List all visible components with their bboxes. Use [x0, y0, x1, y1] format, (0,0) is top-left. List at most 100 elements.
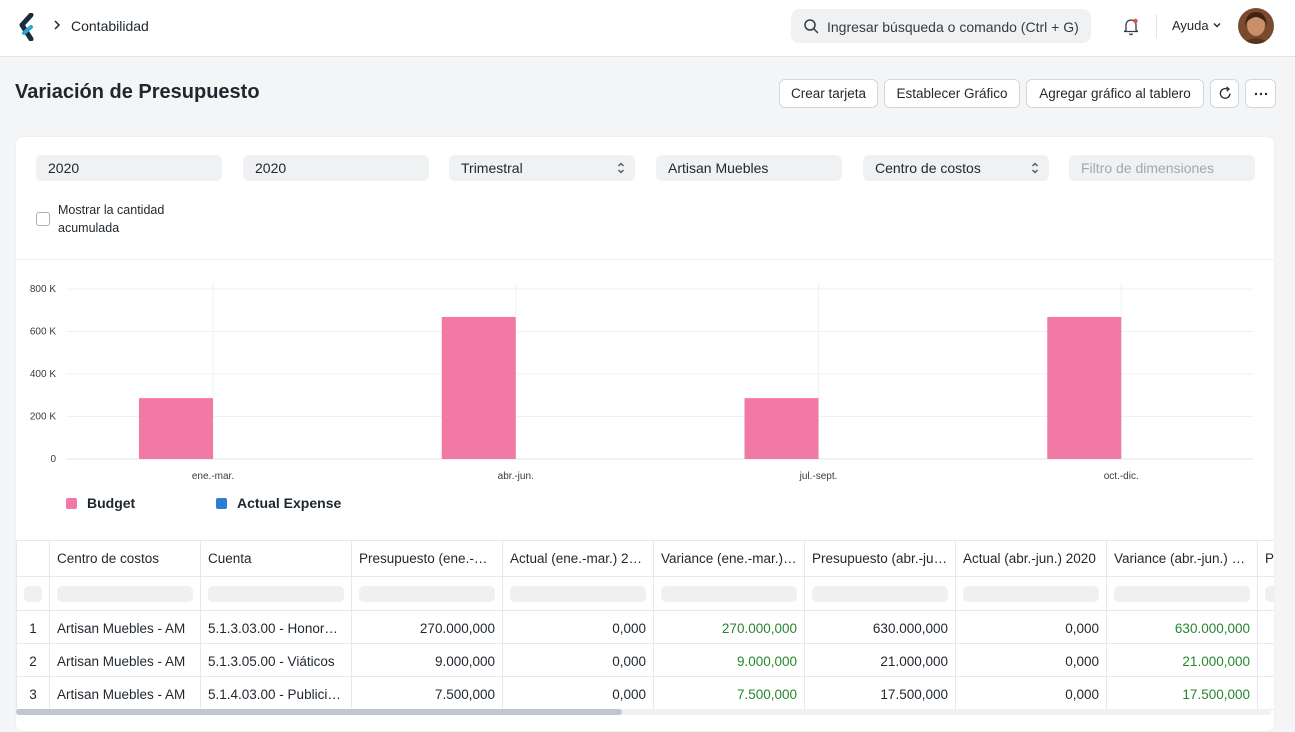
table-row[interactable]: 1 Artisan Muebles - AM 5.1.3.03.00 - Honor…: [16, 610, 1274, 644]
navbar: Contabilidad Ingresar búsqueda o comando…: [0, 0, 1295, 57]
table-cell[interactable]: [1257, 676, 1274, 710]
y-tick-label: 0: [50, 454, 56, 465]
table-cell[interactable]: 0,000: [502, 676, 654, 710]
table-cell[interactable]: 5.1.4.03.00 - Publicidad: [200, 676, 352, 710]
search-placeholder: Ingresar búsqueda o comando (Ctrl + G): [827, 19, 1079, 35]
report-card: 2020 2020 Trimestral Artisan Muebles Cen…: [15, 136, 1275, 732]
table-cell[interactable]: 7.500,000: [351, 676, 503, 710]
table-row[interactable]: 3 Artisan Muebles - AM 5.1.4.03.00 - Publi…: [16, 676, 1274, 710]
table-cell[interactable]: Artisan Muebles - AM: [49, 610, 201, 644]
table-cell[interactable]: 0,000: [502, 643, 654, 677]
table-cell[interactable]: 270.000,000: [351, 610, 503, 644]
column-header[interactable]: Actual (ene.-mar.) 2020: [502, 540, 654, 577]
create-card-button[interactable]: Crear tarjeta: [779, 79, 878, 108]
x-tick-label: oct.-dic.: [1104, 471, 1139, 482]
column-header[interactable]: Presupuesto (jul.-sept.) 2020: [1257, 540, 1274, 577]
table-cell[interactable]: Artisan Muebles - AM: [49, 676, 201, 710]
table-cell[interactable]: 630.000,000: [1106, 610, 1258, 644]
column-header[interactable]: Cuenta: [200, 540, 352, 577]
table-row[interactable]: 2 Artisan Muebles - AM 5.1.3.05.00 - Viáti…: [16, 643, 1274, 677]
set-chart-button[interactable]: Establecer Gráfico: [884, 79, 1020, 108]
table-cell[interactable]: Artisan Muebles - AM: [49, 643, 201, 677]
report-table: Centro de costos Cuenta Presupuesto (ene…: [16, 540, 1274, 710]
column-filter-cell[interactable]: [804, 576, 956, 611]
show-cumulative-checkbox[interactable]: [36, 212, 50, 226]
user-avatar[interactable]: [1238, 8, 1274, 44]
column-filter-cell[interactable]: [1257, 576, 1274, 611]
select-updown-icon: [618, 162, 624, 174]
bar-budget[interactable]: [441, 316, 516, 459]
chevron-down-icon[interactable]: [1212, 20, 1222, 30]
y-tick-label: 600 K: [30, 327, 56, 338]
more-dots-icon: [1254, 92, 1268, 96]
column-header[interactable]: Actual (abr.-jun.) 2020: [955, 540, 1107, 577]
legend-label-actual-expense[interactable]: Actual Expense: [237, 495, 341, 511]
show-cumulative-label: Mostrar la cantidad acumulada: [58, 203, 165, 235]
table-cell[interactable]: 0,000: [955, 610, 1107, 644]
help-menu[interactable]: Ayuda: [1172, 18, 1209, 33]
table-cell[interactable]: 17.500,000: [1106, 676, 1258, 710]
refresh-icon: [1219, 86, 1231, 99]
table-cell[interactable]: 5.1.3.05.00 - Viáticos: [200, 643, 352, 677]
period-select-value: Trimestral: [461, 160, 523, 176]
table-cell[interactable]: 21.000,000: [804, 643, 956, 677]
row-index-header: [16, 540, 50, 577]
company-filter[interactable]: Artisan Muebles: [656, 155, 842, 181]
bar-budget[interactable]: [139, 398, 213, 459]
column-header[interactable]: Centro de costos: [49, 540, 201, 577]
period-select[interactable]: Trimestral: [449, 155, 635, 181]
column-filter-cell[interactable]: [351, 576, 503, 611]
table-cell[interactable]: 0,000: [955, 643, 1107, 677]
table-cell[interactable]: [1257, 643, 1274, 677]
more-options-button[interactable]: [1245, 79, 1276, 108]
table-cell[interactable]: 9.000,000: [351, 643, 503, 677]
bar-budget[interactable]: [744, 398, 819, 459]
column-filter-cell[interactable]: [16, 576, 50, 611]
to-fiscal-year-filter[interactable]: 2020: [243, 155, 429, 181]
table-cell[interactable]: 7.500,000: [653, 676, 805, 710]
from-fiscal-year-filter[interactable]: 2020: [36, 155, 222, 181]
search-bar[interactable]: Ingresar búsqueda o comando (Ctrl + G): [791, 9, 1091, 43]
table-cell[interactable]: 270.000,000: [653, 610, 805, 644]
column-header[interactable]: Presupuesto (ene.-mar.) 2020: [351, 540, 503, 577]
table-cell[interactable]: 5.1.3.03.00 - Honorarios: [200, 610, 352, 644]
row-index: 2: [16, 643, 50, 677]
x-tick-label: ene.-mar.: [192, 471, 234, 482]
horizontal-scrollbar[interactable]: [16, 709, 1271, 715]
table-cell[interactable]: 21.000,000: [1106, 643, 1258, 677]
table-cell[interactable]: 0,000: [955, 676, 1107, 710]
row-index: 1: [16, 610, 50, 644]
column-header[interactable]: Presupuesto (abr.-jun.) 2020: [804, 540, 956, 577]
column-filter-cell[interactable]: [955, 576, 1107, 611]
column-filter-cell[interactable]: [653, 576, 805, 611]
table-cell[interactable]: 630.000,000: [804, 610, 956, 644]
column-filter-cell[interactable]: [1106, 576, 1258, 611]
y-tick-label: 200 K: [30, 412, 56, 423]
budget-against-value: Centro de costos: [875, 160, 981, 176]
x-tick-label: abr.-jun.: [498, 471, 534, 482]
legend-swatch-budget: [66, 498, 77, 509]
page-title: Variación de Presupuesto: [15, 81, 260, 103]
column-header[interactable]: Variance (ene.-mar.) 2020: [653, 540, 805, 577]
column-filter-cell[interactable]: [49, 576, 201, 611]
table-cell[interactable]: 0,000: [502, 610, 654, 644]
column-filter-cell[interactable]: [200, 576, 352, 611]
table-cell[interactable]: 17.500,000: [804, 676, 956, 710]
y-tick-label: 800 K: [30, 284, 56, 295]
bar-budget[interactable]: [1047, 316, 1122, 459]
column-header[interactable]: Variance (abr.-jun.) 2020: [1106, 540, 1258, 577]
refresh-button[interactable]: [1210, 79, 1239, 108]
scrollbar-thumb[interactable]: [16, 709, 622, 715]
dimension-filter-input[interactable]: Filtro de dimensiones: [1069, 155, 1255, 181]
budget-against-select[interactable]: Centro de costos: [863, 155, 1049, 181]
search-icon: [804, 19, 819, 34]
app-logo-icon[interactable]: [18, 13, 38, 41]
notification-bell-icon[interactable]: [1121, 16, 1141, 36]
column-filter-cell[interactable]: [502, 576, 654, 611]
table-cell[interactable]: [1257, 610, 1274, 644]
legend-label-budget[interactable]: Budget: [87, 495, 135, 511]
breadcrumb-contabilidad[interactable]: Contabilidad: [71, 18, 149, 34]
table-cell[interactable]: 9.000,000: [653, 643, 805, 677]
table-header-row: Centro de costos Cuenta Presupuesto (ene…: [16, 540, 1274, 577]
add-to-dashboard-button[interactable]: Agregar gráfico al tablero: [1026, 79, 1204, 108]
